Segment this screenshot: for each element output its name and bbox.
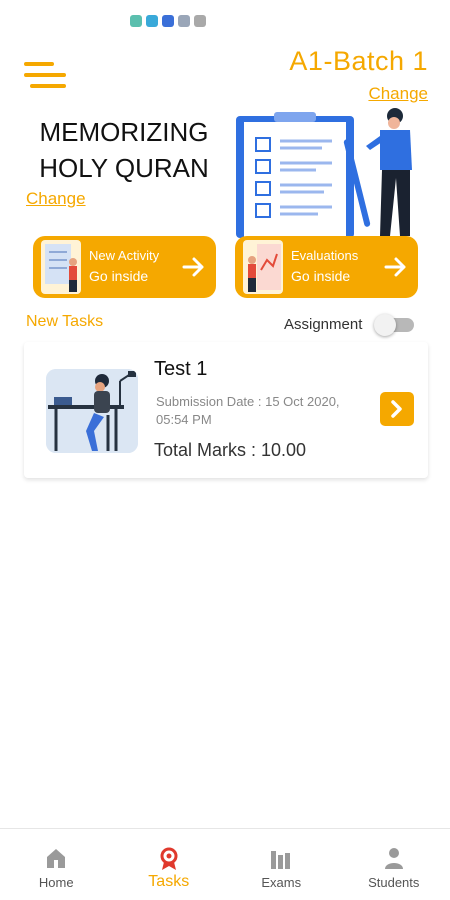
exams-icon (271, 851, 291, 869)
students-icon (384, 848, 403, 869)
evaluations-action: Go inside (291, 268, 351, 284)
arrow-right-icon (182, 257, 204, 277)
batch-title: A1-Batch 1 (289, 46, 428, 76)
home-icon (47, 849, 66, 868)
status-bar-icons (130, 15, 206, 27)
assignment-toggle[interactable] (374, 314, 416, 336)
status-icon-4 (178, 15, 190, 27)
evaluations-illustration (243, 240, 283, 294)
nav-label-exams: Exams (261, 875, 302, 890)
new-tasks-heading: New Tasks (26, 313, 104, 330)
arrow-right-icon (384, 257, 406, 277)
new-activity-action: Go inside (89, 268, 149, 284)
batch-change-link[interactable]: Change (368, 84, 428, 104)
task-open-button[interactable] (380, 392, 414, 426)
tasks-icon (160, 847, 178, 870)
task-total-marks: Total Marks : 10.00 (154, 440, 307, 460)
course-change-link[interactable]: Change (26, 189, 86, 209)
chevron-right-icon (391, 400, 402, 418)
course-title: MEMORIZING HOLY QURAN (39, 117, 209, 183)
nav-label-tasks: Tasks (148, 873, 190, 890)
nav-item-exams[interactable]: Exams (225, 829, 338, 900)
evaluations-title: Evaluations (291, 248, 359, 263)
assignment-filter-label: Assignment (284, 316, 363, 333)
nav-item-students[interactable]: Students (338, 829, 450, 900)
clipboard-illustration (236, 108, 412, 238)
new-activity-title: New Activity (89, 248, 160, 263)
task-card[interactable]: Test 1 Submission Date : 15 Oct 2020, 05… (24, 342, 428, 478)
nav-item-tasks[interactable]: Tasks (113, 829, 226, 900)
status-icon-3 (162, 15, 174, 27)
menu-icon[interactable] (24, 62, 68, 94)
new-activity-card[interactable]: New Activity Go inside (33, 236, 216, 298)
bottom-navigation: Home Tasks Exams Students (0, 828, 450, 900)
nav-label-students: Students (368, 875, 420, 890)
status-icon-2 (146, 15, 158, 27)
evaluations-card[interactable]: Evaluations Go inside (235, 236, 418, 298)
nav-item-home[interactable]: Home (0, 829, 113, 900)
student-desk-illustration (46, 369, 138, 453)
activity-illustration (41, 240, 81, 294)
task-name: Test 1 (154, 358, 208, 380)
nav-label-home: Home (38, 875, 74, 890)
status-icon-1 (130, 15, 142, 27)
task-submission-date: Submission Date : 15 Oct 2020, 05:54 PM (156, 394, 340, 427)
status-icon-5 (194, 15, 206, 27)
